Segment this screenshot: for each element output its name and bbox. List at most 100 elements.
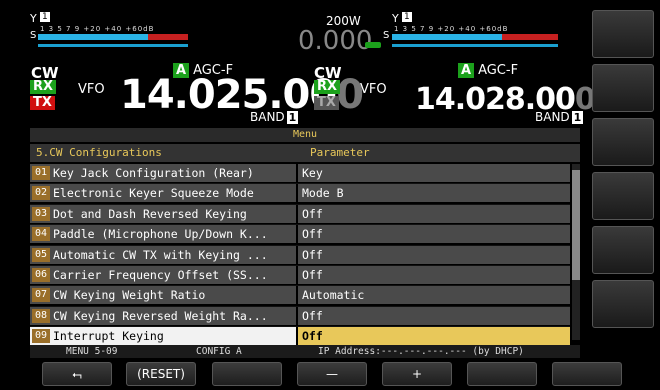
menu-item-label: CW Keying Reversed Weight Ra... bbox=[53, 308, 268, 323]
plus-button[interactable]: + bbox=[382, 362, 452, 386]
right-s-meter-base bbox=[392, 44, 558, 47]
back-button[interactable]: ⮢ bbox=[42, 362, 112, 386]
menu-item-label: Electronic Keyer Squeeze Mode bbox=[53, 186, 254, 201]
right-agc-label: AGC-F bbox=[478, 63, 519, 78]
right-band-number: 1 bbox=[571, 111, 584, 124]
menu-row[interactable]: 05 Automatic CW TX with Keying ... Off bbox=[30, 245, 570, 266]
power-value: 0.000 bbox=[298, 26, 373, 56]
ip-address: IP Address:---.---.---.--- (by DHCP) bbox=[318, 346, 524, 357]
menu-row[interactable]: 02 Electronic Keyer Squeeze Mode Mode B bbox=[30, 184, 570, 205]
right-antenna-number: 1 bbox=[402, 12, 412, 22]
soft-key-4[interactable] bbox=[592, 172, 654, 220]
menu-item[interactable]: 01 Key Jack Configuration (Rear) bbox=[30, 164, 296, 182]
menu-item-value-cell[interactable]: Off bbox=[298, 306, 570, 325]
soft-key-5[interactable] bbox=[592, 226, 654, 274]
menu-item-number: 08 bbox=[32, 308, 50, 323]
menu-item-label: Automatic CW TX with Keying ... bbox=[53, 247, 268, 262]
status-footer: MENU 5-09 CONFIG A IP Address:---.---.--… bbox=[30, 345, 580, 358]
s-meter-bar-blue bbox=[38, 34, 148, 40]
menu-item-value: Off bbox=[302, 206, 323, 221]
menu-item-number: 04 bbox=[32, 227, 50, 242]
tx-indicator-led bbox=[365, 42, 381, 48]
menu-section: 5.CW Configurations bbox=[36, 146, 162, 159]
menu-item-value-cell[interactable]: Off bbox=[298, 265, 570, 284]
soft-key-column bbox=[592, 10, 654, 334]
menu-scrollbar[interactable] bbox=[572, 164, 580, 340]
menu-item-value-cell[interactable]: Off bbox=[298, 245, 570, 264]
config-label: CONFIG A bbox=[196, 346, 242, 357]
menu-item[interactable]: 07 CW Keying Weight Ratio bbox=[30, 286, 296, 305]
right-rx-indicator: RX bbox=[314, 80, 341, 94]
parameter-header: Parameter bbox=[310, 146, 370, 159]
soft-key-1[interactable] bbox=[592, 10, 654, 58]
right-s-meter-bar-red bbox=[502, 34, 558, 40]
menu-item-label: CW Keying Weight Ratio bbox=[53, 288, 206, 303]
antenna-icon: Y bbox=[30, 12, 37, 25]
left-tx-indicator: TX bbox=[30, 96, 55, 110]
menu-item-value: Off bbox=[302, 329, 323, 344]
menu-header: 5.CW Configurations Parameter bbox=[30, 144, 580, 162]
menu-item-value-cell[interactable]: Mode B bbox=[298, 184, 570, 203]
menu-item[interactable]: 09 Interrupt Keying bbox=[30, 327, 296, 346]
menu-item-number: 03 bbox=[32, 206, 50, 221]
band-number: 1 bbox=[286, 111, 299, 124]
function-key-6[interactable] bbox=[467, 362, 537, 386]
antenna-number: 1 bbox=[40, 12, 50, 22]
menu-item-value: Off bbox=[302, 247, 323, 262]
menu-item-label: Key Jack Configuration (Rear) bbox=[53, 166, 254, 180]
menu-item-number: 02 bbox=[32, 186, 50, 201]
back-arrow-icon: ⮢ bbox=[72, 367, 82, 381]
right-s-meter-scale: 1 3 5 7 9 +20 +40 +60dB bbox=[394, 25, 509, 33]
menu-item-number: 09 bbox=[32, 329, 50, 344]
menu-row[interactable]: 08 CW Keying Reversed Weight Ra... Off bbox=[30, 306, 570, 328]
menu-item-label: Interrupt Keying bbox=[53, 329, 164, 344]
menu-item-value: Key bbox=[302, 166, 323, 180]
menu-row[interactable]: 06 Carrier Frequency Offset (SS... Off bbox=[30, 265, 570, 287]
menu-item[interactable]: 04 Paddle (Microphone Up/Down K... bbox=[30, 225, 296, 244]
soft-key-2[interactable] bbox=[592, 64, 654, 112]
menu-item-value-cell[interactable]: Key bbox=[298, 164, 570, 182]
menu-item-value: Off bbox=[302, 308, 323, 323]
left-band: BAND 1 bbox=[250, 110, 299, 124]
menu-row[interactable]: 01 Key Jack Configuration (Rear) Key bbox=[30, 164, 570, 185]
right-s-meter-bar-blue bbox=[392, 34, 502, 40]
menu-title: Menu bbox=[30, 128, 580, 142]
menu-item-label: Paddle (Microphone Up/Down K... bbox=[53, 227, 268, 242]
minus-button[interactable]: — bbox=[297, 362, 367, 386]
function-key-3[interactable] bbox=[212, 362, 282, 386]
menu-item-label: Carrier Frequency Offset (SS... bbox=[53, 267, 268, 282]
left-rx-indicator: RX bbox=[30, 80, 57, 94]
function-key-7[interactable] bbox=[552, 362, 622, 386]
scrollbar-thumb[interactable] bbox=[572, 170, 580, 280]
menu-list: 01 Key Jack Configuration (Rear) Key 02 El… bbox=[30, 164, 570, 348]
menu-item-value-cell[interactable]: Off bbox=[298, 225, 570, 244]
right-band-label: BAND bbox=[535, 110, 570, 124]
soft-key-6[interactable] bbox=[592, 280, 654, 328]
reset-button[interactable]: (RESET) bbox=[126, 362, 196, 386]
menu-row[interactable]: 07 CW Keying Weight Ratio Automatic bbox=[30, 286, 570, 307]
left-freq-main: 14.025.00 bbox=[120, 72, 337, 118]
left-vfo-label: VFO bbox=[78, 82, 105, 97]
right-vfo-label: VFO bbox=[360, 82, 387, 97]
menu-row[interactable]: 03 Dot and Dash Reversed Keying Off bbox=[30, 204, 570, 226]
band-label: BAND bbox=[250, 110, 285, 124]
s-meter-bar-red bbox=[148, 34, 188, 40]
menu-item-value-cell[interactable]: Automatic bbox=[298, 286, 570, 305]
menu-row[interactable]: 04 Paddle (Microphone Up/Down K... Off bbox=[30, 225, 570, 246]
s-meter-label: S bbox=[30, 30, 37, 41]
right-band: BAND 1 bbox=[535, 110, 584, 124]
menu-item[interactable]: 02 Electronic Keyer Squeeze Mode bbox=[30, 184, 296, 203]
right-antenna-icon: Y bbox=[392, 12, 399, 25]
menu-item-label: Dot and Dash Reversed Keying bbox=[53, 206, 247, 221]
menu-item[interactable]: 08 CW Keying Reversed Weight Ra... bbox=[30, 306, 296, 325]
menu-item-value-cell[interactable]: Off bbox=[298, 327, 570, 346]
menu-item[interactable]: 03 Dot and Dash Reversed Keying bbox=[30, 204, 296, 223]
right-agc-badge: A bbox=[458, 63, 475, 78]
menu-item-value-cell[interactable]: Off bbox=[298, 204, 570, 223]
right-tx-indicator: TX bbox=[314, 96, 339, 110]
menu-item[interactable]: 06 Carrier Frequency Offset (SS... bbox=[30, 265, 296, 284]
soft-key-3[interactable] bbox=[592, 118, 654, 166]
menu-item[interactable]: 05 Automatic CW TX with Keying ... bbox=[30, 245, 296, 264]
menu-item-number: 06 bbox=[32, 267, 50, 282]
radio-screen: Y 1 S 1 3 5 7 9 +20 +40 +60dB CW RX TX V… bbox=[0, 0, 660, 390]
